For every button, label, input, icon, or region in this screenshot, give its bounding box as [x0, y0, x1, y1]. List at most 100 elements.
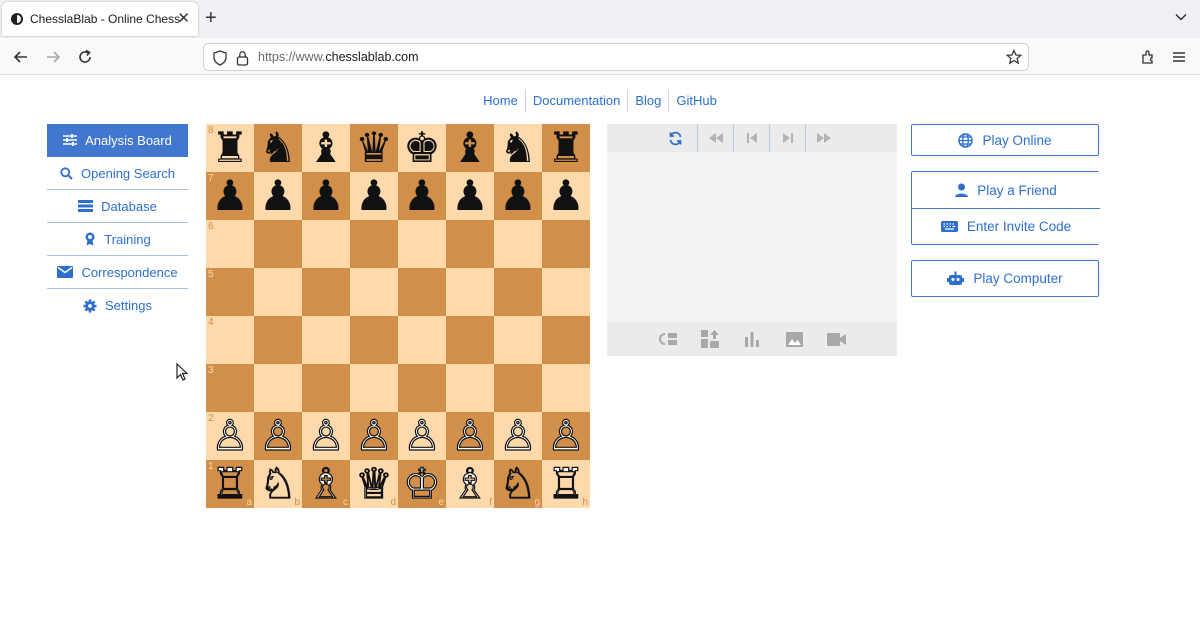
- square-e2[interactable]: ♙: [398, 412, 446, 460]
- chart-icon[interactable]: [742, 330, 762, 348]
- square-h2[interactable]: ♙: [542, 412, 590, 460]
- square-e6[interactable]: [398, 220, 446, 268]
- square-e7[interactable]: ♟: [398, 172, 446, 220]
- list-tabs-chevron-icon[interactable]: [1174, 10, 1188, 29]
- black-piece[interactable]: ♟: [451, 174, 489, 218]
- square-a7[interactable]: 7 ♟: [206, 172, 254, 220]
- white-piece[interactable]: ♘: [259, 461, 298, 506]
- chess-board[interactable]: 8 ♜ ♞ ♝ ♛ ♚ ♝ ♞ ♜ 7 ♟ ♟ ♟ ♟ ♟ ♟ ♟ ♟ 6 5 4 3 2 ♙ ♙ ♙ ♙ ♙ ♙ ♙ ♙ 1 a ♖ b ♘ c ♗ d ♕…: [206, 124, 590, 508]
- black-piece[interactable]: ♝: [451, 126, 489, 170]
- black-piece[interactable]: ♟: [307, 174, 345, 218]
- reload-icon[interactable]: [75, 47, 95, 67]
- close-tab-icon[interactable]: ✕: [177, 11, 190, 26]
- square-c4[interactable]: [302, 316, 350, 364]
- play-computer-button[interactable]: Play Computer: [911, 260, 1099, 297]
- square-e8[interactable]: ♚: [398, 124, 446, 172]
- square-e3[interactable]: [398, 364, 446, 412]
- menu-hamburger-icon[interactable]: [1169, 47, 1189, 67]
- square-b3[interactable]: [254, 364, 302, 412]
- square-c1[interactable]: c ♗: [302, 460, 350, 508]
- white-piece[interactable]: ♖: [547, 461, 586, 506]
- play-online-button[interactable]: Play Online: [911, 124, 1099, 156]
- square-f3[interactable]: [446, 364, 494, 412]
- white-piece[interactable]: ♙: [211, 413, 250, 458]
- square-b2[interactable]: ♙: [254, 412, 302, 460]
- square-a5[interactable]: 5: [206, 268, 254, 316]
- extensions-icon[interactable]: [1138, 47, 1158, 67]
- fast-forward-icon[interactable]: [805, 124, 841, 152]
- new-tab-icon[interactable]: +: [205, 8, 217, 28]
- square-c5[interactable]: [302, 268, 350, 316]
- square-g8[interactable]: ♞: [494, 124, 542, 172]
- square-g1[interactable]: g ♘: [494, 460, 542, 508]
- square-a2[interactable]: 2 ♙: [206, 412, 254, 460]
- square-g4[interactable]: [494, 316, 542, 364]
- enter-invite-code-button[interactable]: Enter Invite Code: [912, 208, 1100, 244]
- sidebar-item-database[interactable]: Database: [47, 190, 188, 223]
- square-b4[interactable]: [254, 316, 302, 364]
- copy-fen-icon[interactable]: [658, 330, 678, 348]
- square-c8[interactable]: ♝: [302, 124, 350, 172]
- square-f5[interactable]: [446, 268, 494, 316]
- square-a3[interactable]: 3: [206, 364, 254, 412]
- square-h4[interactable]: [542, 316, 590, 364]
- white-piece[interactable]: ♙: [355, 413, 394, 458]
- square-a6[interactable]: 6: [206, 220, 254, 268]
- black-piece[interactable]: ♟: [499, 174, 537, 218]
- black-piece[interactable]: ♟: [547, 174, 585, 218]
- square-a8[interactable]: 8 ♜: [206, 124, 254, 172]
- black-piece[interactable]: ♟: [259, 174, 297, 218]
- white-piece[interactable]: ♖: [211, 461, 250, 506]
- square-d8[interactable]: ♛: [350, 124, 398, 172]
- nav-documentation[interactable]: Documentation: [526, 90, 629, 112]
- square-e1[interactable]: e ♔: [398, 460, 446, 508]
- square-d5[interactable]: [350, 268, 398, 316]
- square-b7[interactable]: ♟: [254, 172, 302, 220]
- bookmark-star-icon[interactable]: [1005, 49, 1023, 70]
- square-h5[interactable]: [542, 268, 590, 316]
- white-piece[interactable]: ♕: [355, 461, 394, 506]
- black-piece[interactable]: ♛: [355, 126, 393, 170]
- square-f4[interactable]: [446, 316, 494, 364]
- white-piece[interactable]: ♗: [451, 461, 490, 506]
- white-piece[interactable]: ♙: [547, 413, 586, 458]
- rewind-icon[interactable]: [697, 124, 733, 152]
- sidebar-item-settings[interactable]: Settings: [47, 289, 188, 322]
- white-piece[interactable]: ♙: [307, 413, 346, 458]
- browser-tab[interactable]: ChesslaBlab - Online Chess ✕: [2, 2, 198, 36]
- flip-board-icon[interactable]: [657, 124, 693, 152]
- square-c7[interactable]: ♟: [302, 172, 350, 220]
- square-h3[interactable]: [542, 364, 590, 412]
- black-piece[interactable]: ♜: [211, 126, 249, 170]
- square-g6[interactable]: [494, 220, 542, 268]
- square-b6[interactable]: [254, 220, 302, 268]
- forward-arrow-icon[interactable]: [43, 47, 63, 67]
- square-g7[interactable]: ♟: [494, 172, 542, 220]
- square-d3[interactable]: [350, 364, 398, 412]
- black-piece[interactable]: ♟: [211, 174, 249, 218]
- square-d4[interactable]: [350, 316, 398, 364]
- square-g2[interactable]: ♙: [494, 412, 542, 460]
- black-piece[interactable]: ♞: [259, 126, 297, 170]
- shield-icon[interactable]: [213, 50, 227, 71]
- white-piece[interactable]: ♙: [499, 413, 538, 458]
- sidebar-item-training[interactable]: Training: [47, 223, 188, 256]
- black-piece[interactable]: ♞: [499, 126, 537, 170]
- back-arrow-icon[interactable]: [11, 47, 31, 67]
- white-piece[interactable]: ♗: [307, 461, 346, 506]
- sidebar-item-opening-search[interactable]: Opening Search: [47, 157, 188, 190]
- nav-home[interactable]: Home: [476, 90, 526, 112]
- last-move-icon[interactable]: [769, 124, 805, 152]
- square-e4[interactable]: [398, 316, 446, 364]
- square-a1[interactable]: 1 a ♖: [206, 460, 254, 508]
- play-friend-button[interactable]: Play a Friend: [912, 172, 1100, 208]
- square-f1[interactable]: f ♗: [446, 460, 494, 508]
- black-piece[interactable]: ♚: [403, 126, 441, 170]
- square-d2[interactable]: ♙: [350, 412, 398, 460]
- square-d1[interactable]: d ♕: [350, 460, 398, 508]
- square-h6[interactable]: [542, 220, 590, 268]
- square-g3[interactable]: [494, 364, 542, 412]
- nav-blog[interactable]: Blog: [628, 90, 670, 112]
- white-piece[interactable]: ♘: [499, 461, 538, 506]
- heuristics-icon[interactable]: [700, 330, 720, 348]
